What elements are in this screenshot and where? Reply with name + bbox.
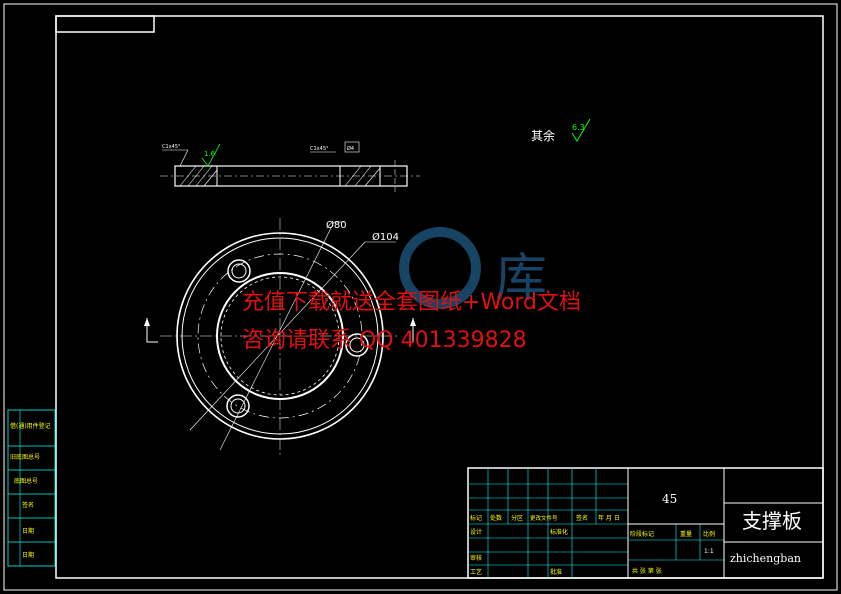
part-name-cn: 支撑板 xyxy=(742,509,802,533)
watermark-line2: 咨询请联系 QQ 401339828 xyxy=(242,328,527,353)
title-block: 标记 处数 分区 更改文件号 签名 年 月 日 设计 标准化 审核 工艺 批准 … xyxy=(467,467,824,579)
title-label-mark: 标记 xyxy=(470,514,482,522)
title-label-approve: 批准 xyxy=(550,568,562,576)
title-label-change-doc: 更改文件号 xyxy=(530,514,558,522)
dim-bolt-circle: Ø80 xyxy=(326,219,347,231)
title-label-weight: 重量 xyxy=(680,530,692,538)
chamfer-label-left: C1x45° xyxy=(162,144,181,150)
title-label-sign: 签名 xyxy=(576,514,588,522)
sheet-label: 共 张 第 张 xyxy=(632,567,662,575)
chamfer-label-right: C1x45° xyxy=(310,146,329,152)
title-label-zone: 分区 xyxy=(511,514,523,522)
bolt-hole-1 xyxy=(227,259,251,283)
section-view: C1x45° C1x45° Ø4 1.6 xyxy=(160,141,420,192)
part-name-pinyin: zhichengban xyxy=(730,552,801,565)
title-label-craft: 工艺 xyxy=(470,568,482,576)
side-strip-label-0: 借(通)用件登记 xyxy=(10,422,51,430)
title-label-design: 设计 xyxy=(470,528,482,536)
dim-outer-diameter: Ø104 xyxy=(372,231,399,243)
scale-value: 1:1 xyxy=(704,548,714,555)
side-roughness-value: 1.6 xyxy=(204,150,216,158)
title-label-count: 处数 xyxy=(490,514,502,522)
watermark-line1: 充值下载就送全套图纸+Word文档 xyxy=(242,290,581,315)
material-value: 45 xyxy=(662,492,677,506)
hole-dim-label: Ø4 xyxy=(347,145,354,152)
roughness-note: 其余 xyxy=(531,128,555,143)
title-label-stage: 阶段标记 xyxy=(630,530,654,538)
side-strip-label-5: 日期 xyxy=(22,551,34,559)
title-label-scale: 比例 xyxy=(703,530,715,538)
top-left-tab xyxy=(55,15,155,33)
title-label-check: 审核 xyxy=(470,554,482,562)
title-label-standard: 标准化 xyxy=(550,528,568,536)
side-strip: 借(通)用件登记 旧底图总号 底图总号 签名 日期 日期 xyxy=(7,409,56,567)
title-label-date: 年 月 日 xyxy=(598,514,620,522)
side-strip-label-1: 旧底图总号 xyxy=(10,453,40,461)
side-strip-label-3: 签名 xyxy=(22,501,34,509)
side-strip-label-2: 底图总号 xyxy=(14,477,38,485)
side-strip-label-4: 日期 xyxy=(22,527,34,535)
